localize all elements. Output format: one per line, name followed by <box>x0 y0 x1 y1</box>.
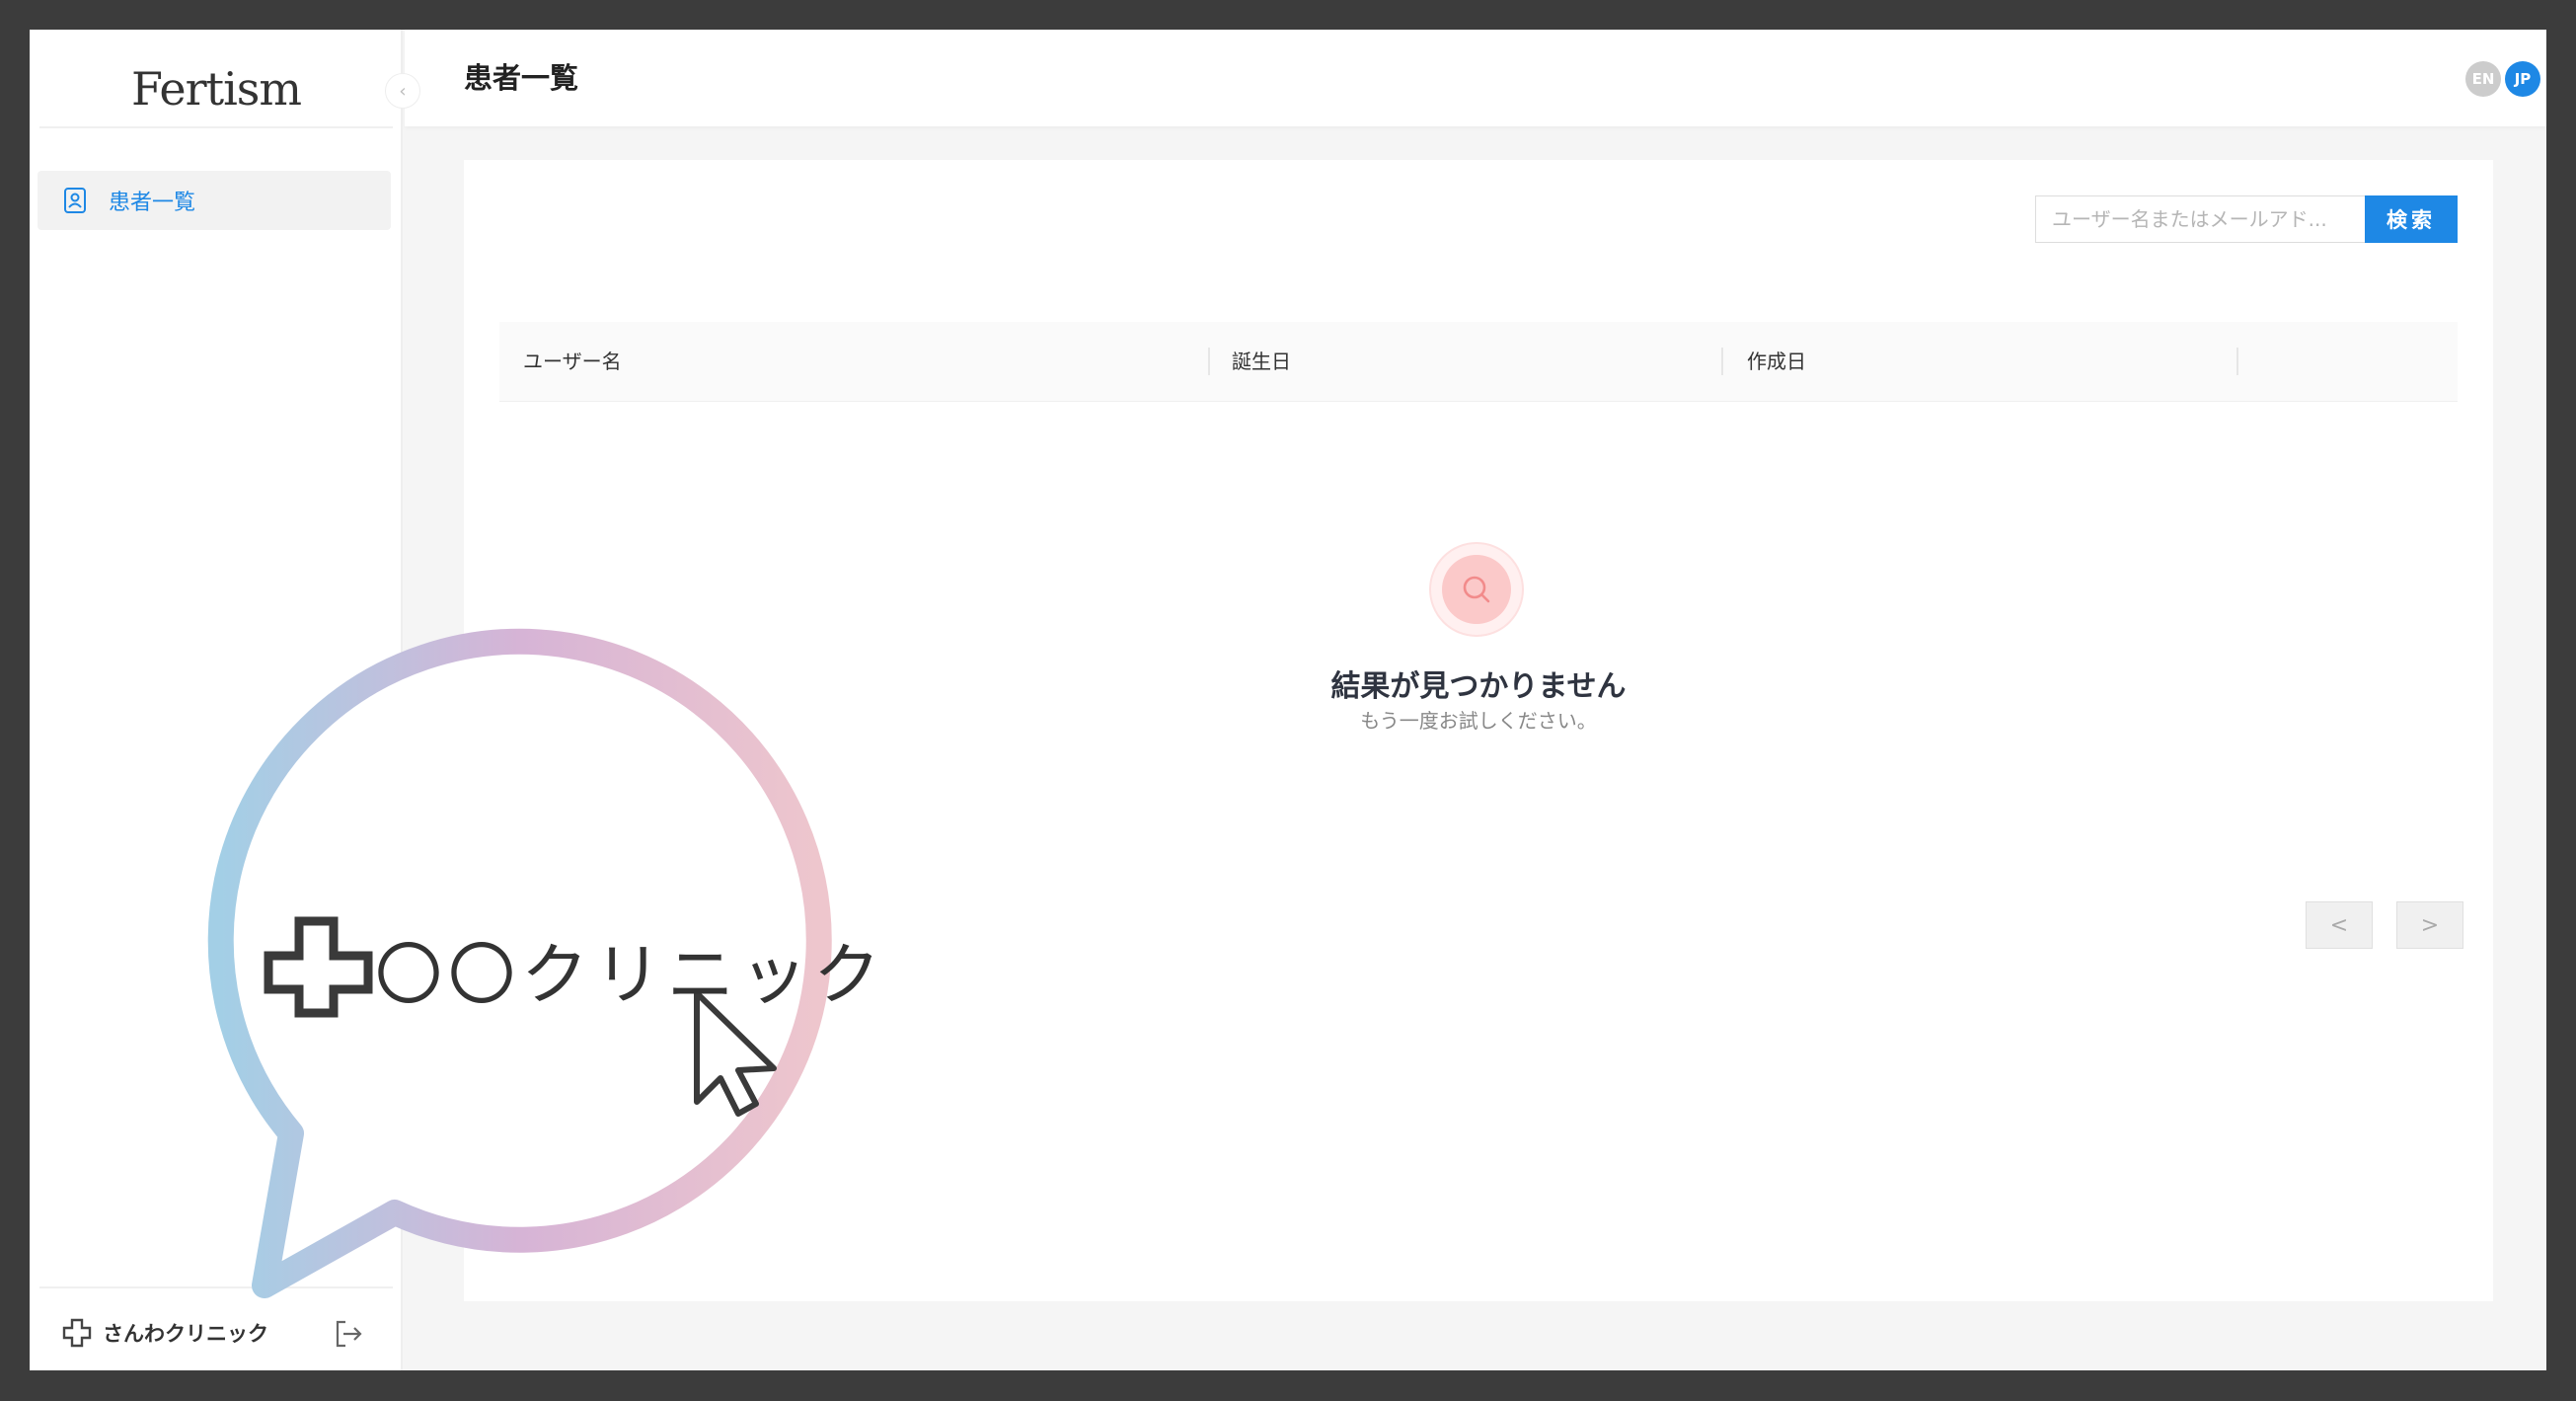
table-header: ユーザー名 誕生日 作成日 <box>499 322 2458 402</box>
sidebar-divider <box>39 126 393 128</box>
pagination-prev-button[interactable]: < <box>2306 901 2373 949</box>
chevron-left-icon: ‹ <box>399 80 407 102</box>
language-jp-button[interactable]: JP <box>2505 61 2540 97</box>
sidebar: Fertism 患者一覧 さんわクリニック <box>30 30 403 1370</box>
language-en-button[interactable]: EN <box>2465 61 2501 97</box>
page-header: 患者一覧 EN JP <box>405 30 2546 126</box>
empty-state-subtitle: もう一度お試しください。 <box>1360 709 1597 733</box>
column-header-username[interactable]: ユーザー名 <box>523 322 622 401</box>
app-window: Fertism 患者一覧 さんわクリニック ‹ 患者一覧 EN JP ユーザー名… <box>30 30 2546 1370</box>
logout-button[interactable] <box>332 1317 365 1351</box>
sidebar-item-label: 患者一覧 <box>109 191 196 215</box>
column-divider <box>2236 348 2238 375</box>
clinic-name: さんわクリニック <box>103 1322 268 1346</box>
empty-state-badge <box>1429 542 1524 637</box>
logout-icon <box>336 1320 362 1348</box>
patient-card-icon <box>63 187 87 214</box>
sidebar-item-patient-list[interactable]: 患者一覧 <box>38 171 391 230</box>
patient-list-card: 検索 ユーザー名 誕生日 作成日 結果が見つかりません もう一度お試しください。… <box>464 160 2493 1301</box>
search-input[interactable] <box>2035 195 2365 243</box>
clinic-info: さんわクリニック <box>61 1313 268 1353</box>
empty-state-title: 結果が見つかりません <box>1330 669 1627 704</box>
sidebar-divider <box>39 1286 393 1288</box>
search-icon <box>1463 576 1490 603</box>
sidebar-collapse-button[interactable]: ‹ <box>385 73 420 109</box>
column-divider <box>1721 348 1723 375</box>
page-title: 患者一覧 <box>464 61 579 95</box>
search-button[interactable]: 検索 <box>2365 195 2458 243</box>
medical-cross-icon <box>61 1317 93 1349</box>
pagination-next-button[interactable]: > <box>2396 901 2463 949</box>
callout-clinic-name: 〇〇クリニック <box>375 937 887 1015</box>
app-logo[interactable]: Fertism <box>30 49 403 128</box>
column-header-created-date[interactable]: 作成日 <box>1747 322 1806 401</box>
column-divider <box>1208 348 1210 375</box>
column-header-birthday[interactable]: 誕生日 <box>1232 322 1291 401</box>
